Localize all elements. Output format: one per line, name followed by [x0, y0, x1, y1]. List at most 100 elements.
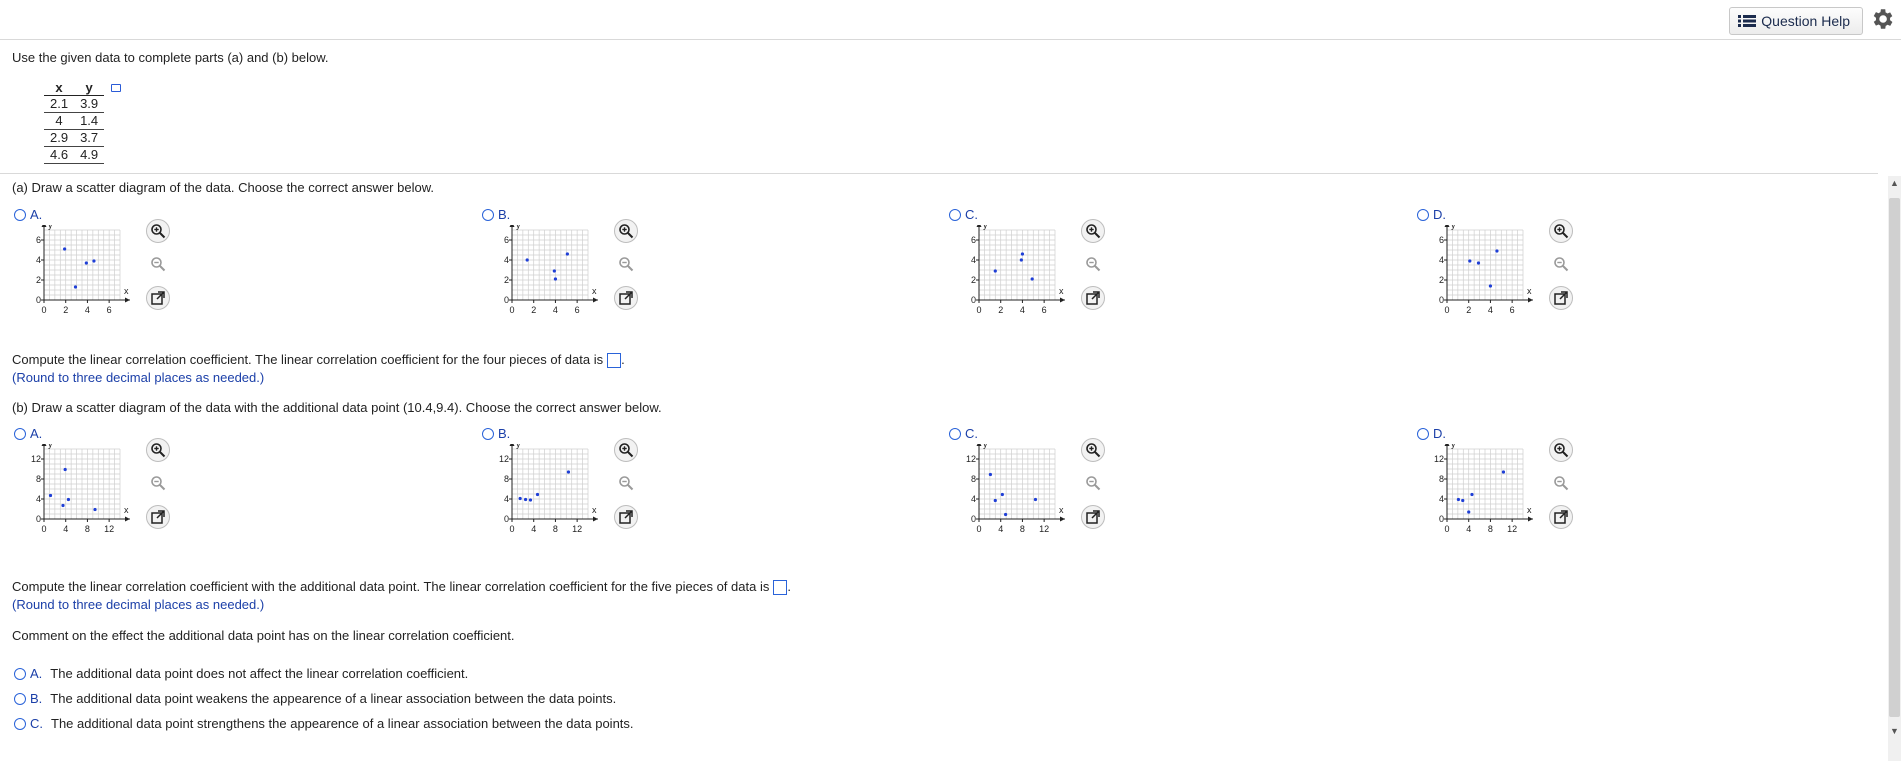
- gear-icon[interactable]: [1869, 6, 1895, 32]
- data-point: [525, 258, 529, 262]
- part-a-answer-input[interactable]: [607, 353, 622, 369]
- grid: [43, 229, 121, 301]
- popout-icon[interactable]: [146, 505, 170, 529]
- x-tick-label: 2: [531, 305, 536, 315]
- popout-icon[interactable]: [1081, 505, 1105, 529]
- scroll-down-arrow[interactable]: ▼: [1889, 724, 1900, 738]
- data-point: [63, 467, 67, 472]
- y-tick-label: 0: [971, 295, 976, 305]
- grid: [978, 448, 1056, 520]
- comment-choice-a[interactable]: A. The additional data point does not af…: [14, 666, 468, 681]
- data-point: [1476, 261, 1481, 265]
- popout-icon[interactable]: [146, 286, 170, 310]
- zoom-out-icon[interactable]: [1081, 471, 1105, 495]
- y-axis-label: y: [983, 225, 988, 230]
- scatter-plot-a-c: 0 2 4 6 6 4 2 0 x y: [947, 225, 1097, 325]
- y-tick-label: 0: [971, 514, 976, 524]
- zoom-out-icon[interactable]: [146, 471, 170, 495]
- zoom-out-icon[interactable]: [1549, 471, 1573, 495]
- data-point: [1495, 249, 1499, 253]
- list-icon: [1738, 15, 1757, 27]
- x-arrow: [1060, 297, 1065, 303]
- y-tick-label: 4: [1439, 494, 1444, 504]
- part-a-question: (a) Draw a scatter diagram of the data. …: [12, 180, 434, 195]
- scrollbar-thumb[interactable]: [1889, 198, 1900, 717]
- comment-choice-b[interactable]: B. The additional data point weakens the…: [14, 691, 616, 706]
- y-axis-label: y: [516, 444, 521, 449]
- radio-button[interactable]: [14, 667, 26, 680]
- zoom-out-icon[interactable]: [614, 471, 638, 495]
- x-tick-label: 4: [1020, 305, 1025, 315]
- zoom-in-icon[interactable]: [146, 219, 170, 243]
- data-point: [1030, 277, 1034, 281]
- option-label: D.: [1433, 207, 1446, 222]
- x-arrow: [1528, 297, 1533, 303]
- zoom-in-icon[interactable]: [614, 219, 638, 243]
- option-a-c[interactable]: C.: [949, 207, 978, 222]
- data-point: [566, 470, 571, 474]
- data-point: [1000, 492, 1004, 497]
- y-tick-label: 8: [971, 474, 976, 484]
- radio-button[interactable]: [14, 717, 26, 730]
- grid: [978, 229, 1056, 301]
- option-b-b[interactable]: B.: [482, 426, 510, 441]
- popout-icon[interactable]: [614, 505, 638, 529]
- cell: 4.6: [44, 146, 75, 164]
- radio-button[interactable]: [1417, 427, 1429, 440]
- cell: 2.1: [44, 95, 75, 113]
- popout-icon[interactable]: [1549, 286, 1573, 310]
- popout-icon[interactable]: [1549, 505, 1573, 529]
- y-arrow: [976, 225, 982, 227]
- x-tick-label: 2: [63, 305, 68, 315]
- comment-choice-c[interactable]: C. The additional data point strengthens…: [14, 716, 634, 731]
- x-axis-label: x: [124, 505, 129, 515]
- zoom-out-icon[interactable]: [146, 252, 170, 276]
- choice-text: The additional data point weakens the ap…: [50, 691, 617, 706]
- grid: [511, 229, 589, 301]
- option-b-d[interactable]: D.: [1417, 426, 1446, 441]
- part-b-answer-input[interactable]: [773, 580, 788, 596]
- option-a-d[interactable]: D.: [1417, 207, 1446, 222]
- option-a-b[interactable]: B.: [482, 207, 510, 222]
- y-tick-label: 12: [1434, 454, 1444, 464]
- x-arrow: [1060, 516, 1065, 522]
- radio-button[interactable]: [14, 208, 26, 221]
- scatter-plot-b-d: 0 4 8 12 12 8 4 0 x y: [1415, 444, 1565, 544]
- question-help-button[interactable]: Question Help: [1729, 7, 1863, 35]
- zoom-out-icon[interactable]: [614, 252, 638, 276]
- data-point: [523, 497, 528, 502]
- scroll-up-arrow[interactable]: ▲: [1889, 176, 1900, 190]
- radio-button[interactable]: [949, 427, 961, 440]
- radio-button[interactable]: [1417, 208, 1429, 221]
- option-label: B.: [498, 426, 511, 441]
- popout-icon[interactable]: [614, 286, 638, 310]
- zoom-in-icon[interactable]: [614, 438, 638, 462]
- y-tick-label: 0: [504, 514, 509, 524]
- option-b-c[interactable]: C.: [949, 426, 978, 441]
- radio-button[interactable]: [949, 208, 961, 221]
- zoom-in-icon[interactable]: [1549, 219, 1573, 243]
- x-tick-label: 0: [976, 305, 981, 315]
- zoom-out-icon[interactable]: [1549, 252, 1573, 276]
- radio-button[interactable]: [14, 427, 26, 440]
- option-a-a[interactable]: A.: [14, 207, 42, 222]
- radio-button[interactable]: [482, 208, 494, 221]
- y-axis-label: y: [1451, 444, 1456, 449]
- copy-data-icon[interactable]: [111, 84, 121, 92]
- data-table: x y 2.1 3.9 4 1.4 2.9 3.7 4.6 4.9: [44, 80, 105, 164]
- zoom-out-icon[interactable]: [1081, 252, 1105, 276]
- zoom-in-icon[interactable]: [1549, 438, 1573, 462]
- radio-button[interactable]: [482, 427, 494, 440]
- part-b-round-note: (Round to three decimal places as needed…: [12, 597, 265, 612]
- radio-button[interactable]: [14, 692, 26, 705]
- popout-icon[interactable]: [1081, 286, 1105, 310]
- y-arrow: [41, 444, 47, 446]
- col-header-y: y: [74, 80, 105, 96]
- x-tick-label: 0: [41, 305, 46, 315]
- x-tick-label: 8: [85, 524, 90, 534]
- zoom-in-icon[interactable]: [1081, 219, 1105, 243]
- zoom-in-icon[interactable]: [146, 438, 170, 462]
- zoom-in-icon[interactable]: [1081, 438, 1105, 462]
- option-b-a[interactable]: A.: [14, 426, 42, 441]
- x-tick-label: 0: [509, 524, 514, 534]
